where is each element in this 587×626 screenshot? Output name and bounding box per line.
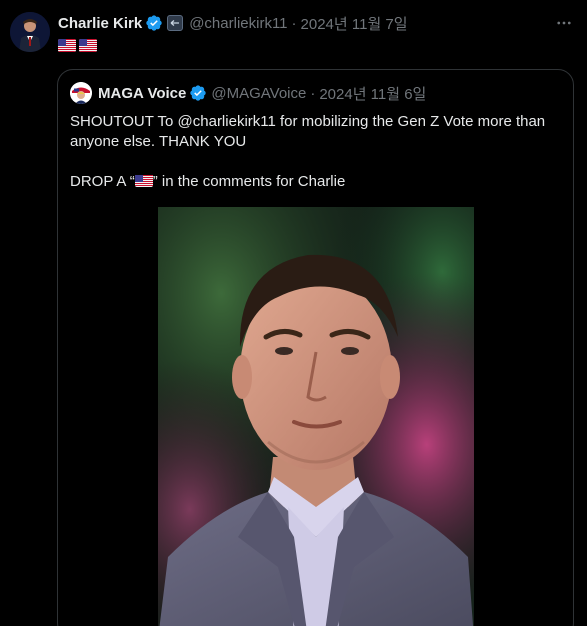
more-icon[interactable]: [553, 12, 575, 34]
quoted-text-line: DROP A “ ” in the comments for Charlie: [70, 172, 565, 192]
tweet: Charlie Kirk @charliekirk11 · 2024년 11월 …: [0, 0, 587, 626]
us-flag-icon: [58, 39, 76, 52]
author-handle[interactable]: @charliekirk11: [189, 15, 287, 32]
quoted-author-avatar[interactable]: [70, 82, 92, 104]
quoted-author-handle[interactable]: @MAGAVoice: [211, 85, 306, 102]
post-body: [58, 39, 97, 52]
quoted-author-name[interactable]: MAGA Voice: [98, 85, 186, 102]
author-name[interactable]: Charlie Kirk: [58, 15, 142, 32]
quoted-text-fragment: ” in the comments for Charlie: [152, 173, 346, 190]
verified-badge-icon[interactable]: [145, 14, 163, 32]
quoted-tweet-photo[interactable]: [158, 207, 474, 626]
quoted-tweet[interactable]: MAGA Voice @MAGAVoice · 2024년 11월 6일 SHO…: [57, 69, 574, 626]
separator-dot: ·: [310, 84, 316, 102]
quoted-tweet-header: MAGA Voice @MAGAVoice · 2024년 11월 6일: [70, 82, 426, 104]
quoted-tweet-text: SHOUTOUT To @charliekirk11 for mobilizin…: [70, 112, 565, 192]
us-flag-icon: [79, 39, 97, 52]
us-flag-icon: [134, 174, 153, 187]
quoted-text-line: SHOUTOUT To @charliekirk11 for mobilizin…: [70, 113, 546, 150]
author-avatar[interactable]: [10, 12, 50, 52]
quoted-post-date[interactable]: 2024년 11월 6일: [319, 83, 426, 104]
tweet-header: Charlie Kirk @charliekirk11 · 2024년 11월 …: [58, 12, 408, 34]
separator-dot: ·: [291, 14, 297, 32]
verified-badge-icon[interactable]: [189, 84, 207, 102]
quoted-text-fragment: DROP A “: [70, 173, 135, 190]
post-date[interactable]: 2024년 11월 7일: [301, 13, 408, 34]
affiliate-badge-icon[interactable]: [167, 15, 184, 31]
